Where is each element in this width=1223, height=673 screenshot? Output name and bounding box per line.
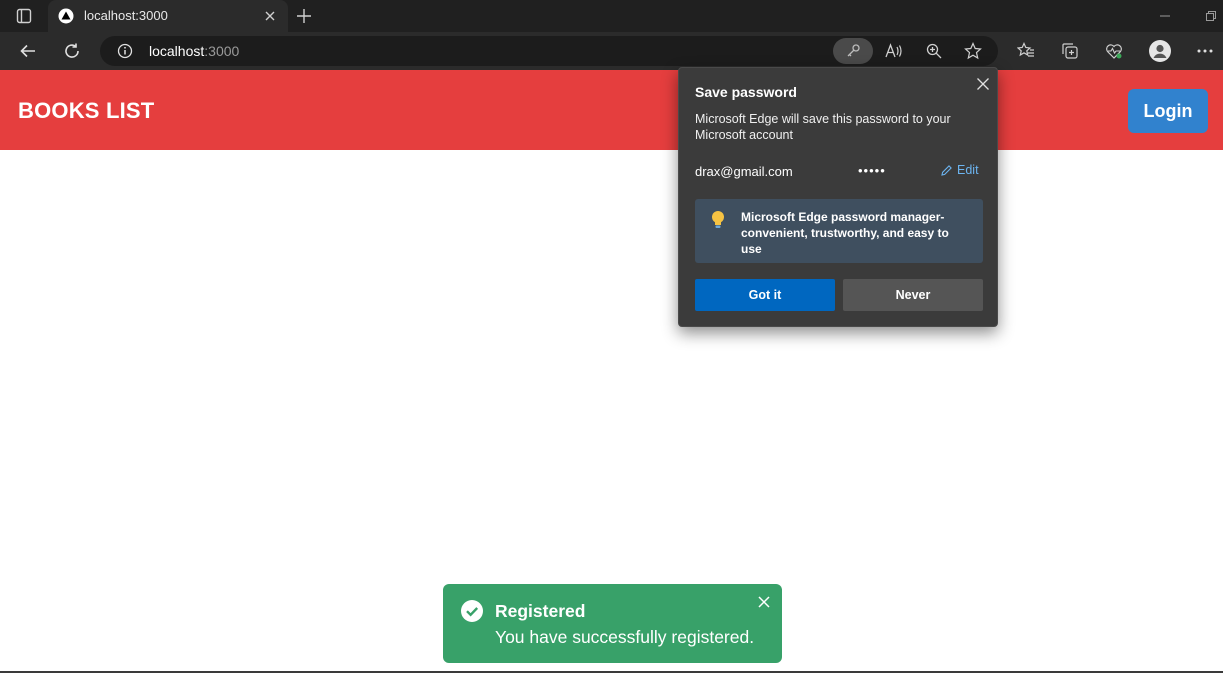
key-icon[interactable] bbox=[833, 38, 873, 64]
read-aloud-icon[interactable] bbox=[883, 41, 905, 61]
url-host: localhost bbox=[149, 43, 205, 59]
zoom-icon[interactable] bbox=[923, 41, 945, 61]
restore-icon[interactable] bbox=[1203, 8, 1219, 24]
favorite-star-icon[interactable] bbox=[962, 41, 984, 61]
refresh-icon[interactable] bbox=[61, 41, 83, 61]
app-header: BOOKS LIST Login bbox=[0, 70, 1223, 150]
profile-avatar-icon[interactable] bbox=[1148, 39, 1172, 63]
lightbulb-icon bbox=[709, 209, 727, 231]
never-button[interactable]: Never bbox=[843, 279, 983, 311]
got-it-button[interactable]: Got it bbox=[695, 279, 835, 311]
browser-essentials-icon[interactable] bbox=[1103, 41, 1125, 61]
success-toast: Registered You have successfully registe… bbox=[443, 584, 782, 663]
toast-description: You have successfully registered. bbox=[495, 627, 755, 647]
tab-actions-icon[interactable] bbox=[14, 7, 34, 25]
login-button[interactable]: Login bbox=[1128, 89, 1208, 133]
dialog-description: Microsoft Edge will save this password t… bbox=[695, 112, 951, 142]
browser-tab[interactable]: localhost:3000 bbox=[48, 0, 288, 32]
site-info-icon[interactable] bbox=[116, 42, 134, 60]
dialog-title: Save password bbox=[695, 84, 797, 100]
masked-password: ••••• bbox=[858, 163, 886, 178]
edit-link[interactable]: Edit bbox=[940, 163, 979, 177]
collections-icon[interactable] bbox=[1059, 41, 1081, 61]
site-favicon-icon bbox=[58, 8, 74, 24]
url-port: :3000 bbox=[204, 43, 240, 59]
browser-toolbar: localhost:3000 bbox=[0, 32, 1223, 70]
page-title: BOOKS LIST bbox=[18, 98, 155, 123]
tab-title: localhost:3000 bbox=[84, 8, 168, 23]
address-bar[interactable]: localhost:3000 bbox=[100, 36, 998, 66]
back-icon[interactable] bbox=[17, 41, 39, 61]
more-menu-icon[interactable] bbox=[1194, 41, 1216, 61]
toast-title: Registered bbox=[495, 601, 586, 621]
close-icon[interactable] bbox=[756, 594, 772, 610]
save-password-dialog: Save password Microsoft Edge will save t… bbox=[678, 67, 998, 327]
minimize-icon[interactable] bbox=[1156, 8, 1174, 24]
pencil-icon bbox=[941, 164, 952, 176]
close-icon[interactable] bbox=[973, 74, 993, 94]
url-text: localhost:3000 bbox=[149, 43, 239, 59]
close-tab-icon[interactable] bbox=[262, 8, 278, 24]
check-circle-icon bbox=[460, 599, 484, 623]
saved-username: drax@gmail.com bbox=[695, 164, 793, 179]
favorites-icon[interactable] bbox=[1015, 41, 1037, 61]
edit-label: Edit bbox=[957, 163, 979, 177]
password-manager-tip: Microsoft Edge password manager- conveni… bbox=[695, 199, 983, 263]
new-tab-icon[interactable] bbox=[294, 6, 314, 26]
browser-tab-bar: localhost:3000 bbox=[0, 0, 1223, 32]
tip-text: Microsoft Edge password manager- conveni… bbox=[741, 210, 949, 256]
